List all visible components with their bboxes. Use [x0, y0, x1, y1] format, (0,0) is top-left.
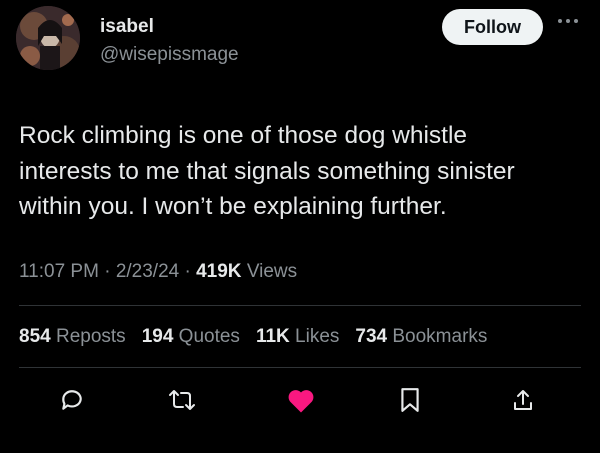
reply-button[interactable]	[52, 380, 92, 420]
reposts-stat[interactable]: 854 Reposts	[19, 326, 126, 348]
like-button[interactable]	[281, 380, 321, 420]
tweet-date[interactable]: 2/23/24	[116, 261, 179, 282]
likes-stat[interactable]: 11K Likes	[256, 326, 339, 348]
views-label: Views	[246, 261, 298, 282]
share-icon	[514, 390, 532, 410]
quotes-count: 194	[141, 326, 174, 347]
bookmark-icon	[401, 388, 419, 412]
action-bar	[0, 380, 600, 424]
like-heart-icon	[288, 390, 314, 413]
meta-separator: ·	[184, 261, 191, 282]
divider	[19, 367, 581, 368]
avatar-image	[16, 6, 80, 70]
quotes-stat[interactable]: 194 Quotes	[142, 326, 240, 348]
quotes-label: Quotes	[178, 326, 240, 347]
meta-separator: ·	[104, 261, 111, 282]
bookmark-button[interactable]	[390, 380, 430, 420]
reply-icon	[62, 390, 82, 410]
likes-label: Likes	[295, 326, 340, 347]
bookmarks-stat[interactable]: 734 Bookmarks	[355, 326, 487, 348]
more-dots-icon[interactable]	[556, 16, 580, 26]
bookmarks-label: Bookmarks	[392, 326, 488, 347]
share-button[interactable]	[503, 380, 543, 420]
tweet-metadata: 11:07 PM · 2/23/24 · 419K Views	[19, 261, 297, 283]
tweet-text: Rock climbing is one of those dog whistl…	[19, 122, 515, 220]
tweet-detail: isabel @wisepissmage Follow Rock climbin…	[0, 0, 600, 453]
bookmarks-count: 734	[355, 326, 388, 347]
repost-icon	[169, 390, 195, 410]
user-handle[interactable]: @wisepissmage	[100, 44, 239, 66]
divider	[19, 305, 581, 306]
display-name[interactable]: isabel	[100, 16, 154, 38]
reposts-label: Reposts	[55, 326, 126, 347]
reposts-count: 854	[19, 326, 51, 347]
repost-button[interactable]	[162, 380, 202, 420]
tweet-time[interactable]: 11:07 PM	[19, 261, 99, 282]
engagement-stats: 854 Reposts 194 Quotes 11K Likes 734 Boo…	[19, 326, 487, 348]
likes-count: 11K	[255, 326, 290, 347]
avatar[interactable]	[16, 6, 80, 70]
follow-button[interactable]: Follow	[442, 9, 543, 45]
views-count: 419K	[196, 261, 242, 282]
